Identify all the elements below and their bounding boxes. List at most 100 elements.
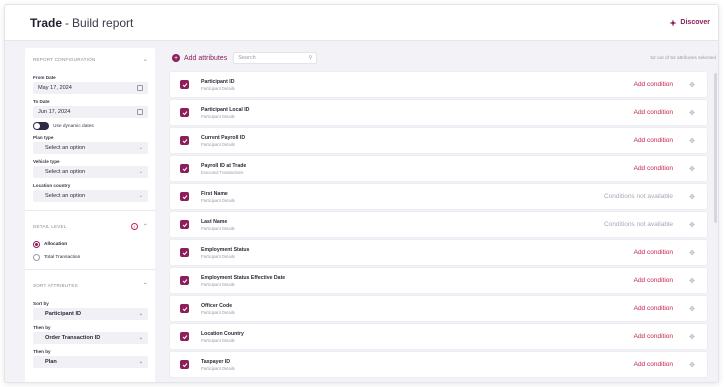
calendar-icon[interactable] (137, 109, 143, 115)
then-by-value: Plan (45, 359, 57, 365)
attribute-row[interactable]: Taxpayer ID Participant Details Add condit… (170, 352, 707, 377)
plan-type-label: Plan type (33, 135, 54, 140)
add-attributes-label: Add attributes (184, 54, 228, 62)
drag-handle-icon[interactable]: ✥ (688, 221, 696, 229)
attribute-source: Participant Details (201, 365, 235, 371)
checkbox-checked-icon[interactable] (180, 192, 189, 201)
add-condition-link[interactable]: Add condition (634, 109, 673, 116)
then-by-select[interactable]: Order Transaction ID ⌄ (33, 332, 148, 344)
drag-handle-icon[interactable]: ✥ (688, 361, 696, 369)
add-condition-link[interactable]: Add condition (634, 137, 673, 144)
add-condition-link[interactable]: Add condition (634, 277, 673, 284)
sort-attributes-header[interactable]: SORT ATTRIBUTES ⌃ (25, 274, 155, 296)
sort-by-select[interactable]: Participant ID ⌄ (33, 308, 148, 320)
attribute-row[interactable]: Current Payroll ID Participant Details Add… (170, 128, 707, 153)
checkbox-checked-icon[interactable] (180, 220, 189, 229)
checkbox-checked-icon[interactable] (180, 332, 189, 341)
add-condition-link[interactable]: Add condition (634, 165, 673, 172)
vehicle-type-select[interactable]: Select an option ⌄ (33, 166, 148, 178)
attribute-text: First Name Participant Details (201, 191, 235, 203)
chevron-down-icon: ⌄ (138, 145, 143, 151)
discover-label: Discover (680, 19, 710, 26)
detail-level-title: DETAIL LEVEL (33, 223, 67, 229)
checkbox-checked-icon[interactable] (180, 136, 189, 145)
attribute-row[interactable]: Payroll ID at Trade Executed Transactions… (170, 156, 707, 181)
attribute-row[interactable]: Officer Code Participant Details Add condi… (170, 296, 707, 321)
page-title: Build report (72, 15, 134, 30)
attribute-source: Participant Details (201, 281, 235, 287)
attribute-row[interactable]: Employment Status Participant Details Add … (170, 240, 707, 265)
attribute-source: Participant Details (201, 253, 235, 259)
attribute-row[interactable]: Employment Status Effective Date Particip… (170, 268, 707, 293)
attribute-row[interactable]: Participant Local ID Participant Details A… (170, 100, 707, 125)
detail-option-label: Allocation (44, 242, 68, 247)
detail-level-header[interactable]: DETAIL LEVEL ! ⌃ (25, 215, 155, 237)
app-window: Trade - Build report Discover REPORT CON… (4, 4, 719, 383)
location-country-select[interactable]: Select an option ⌄ (33, 190, 148, 202)
plan-type-select[interactable]: Select an option ⌄ (33, 142, 148, 154)
attribute-row[interactable]: Location Country Participant Details Add c… (170, 324, 707, 349)
report-config-header[interactable]: REPORT CONFIGURATION ⌄ (25, 48, 155, 70)
radio-selected-icon[interactable] (33, 241, 40, 248)
drag-handle-icon[interactable]: ✥ (688, 165, 696, 173)
detail-option-allocation[interactable]: Allocation (33, 241, 148, 248)
checkbox-checked-icon[interactable] (180, 108, 189, 117)
drag-handle-icon[interactable]: ✥ (688, 333, 696, 341)
then-by-select[interactable]: Plan ⌄ (33, 356, 148, 368)
add-condition-link[interactable]: Add condition (634, 249, 673, 256)
info-icon[interactable]: ! (130, 222, 138, 230)
chevron-down-icon[interactable]: ⌄ (143, 56, 148, 63)
from-date-field[interactable]: May 17, 2024 (33, 82, 148, 94)
add-condition-link[interactable]: Add condition (634, 333, 673, 340)
detail-option-label: Total Transaction (44, 255, 81, 260)
dynamic-dates-label: Use dynamic dates (53, 123, 94, 129)
attribute-source: Executed Transactions (201, 169, 244, 175)
checkbox-checked-icon[interactable] (180, 360, 189, 369)
add-condition-link[interactable]: Add condition (634, 361, 673, 368)
conditions-not-available: Conditions not available (603, 221, 673, 228)
drag-handle-icon[interactable]: ✥ (688, 249, 696, 257)
chevron-up-icon[interactable]: ⌃ (143, 282, 148, 289)
section-divider (25, 269, 155, 270)
discover-button[interactable]: Discover (669, 18, 710, 27)
add-condition-link[interactable]: Add condition (634, 81, 673, 88)
drag-handle-icon[interactable]: ✥ (688, 277, 696, 285)
dynamic-dates-toggle[interactable] (33, 122, 49, 130)
drag-handle-icon[interactable]: ✥ (688, 305, 696, 313)
sort-attributes-body: Sort by Participant ID ⌄ Then by Order T… (25, 301, 155, 368)
checkbox-checked-icon[interactable] (180, 164, 189, 173)
chevron-down-icon: ⌄ (138, 359, 143, 365)
attribute-row[interactable]: Last Name Participant Details Conditions n… (170, 212, 707, 237)
checkbox-checked-icon[interactable] (180, 304, 189, 313)
attribute-text: Employment Status Effective Date Particip… (201, 275, 285, 287)
attribute-row[interactable]: Participant ID Participant Details Add con… (170, 72, 707, 97)
attribute-name: First Name (201, 190, 228, 197)
attribute-text: Payroll ID at Trade Executed Transactions (201, 163, 246, 175)
drag-handle-icon[interactable]: ✥ (688, 109, 696, 117)
checkbox-checked-icon[interactable] (180, 276, 189, 285)
report-config-title: REPORT CONFIGURATION (33, 56, 96, 62)
add-condition-link[interactable]: Add condition (634, 305, 673, 312)
drag-handle-icon[interactable]: ✥ (688, 137, 696, 145)
add-attributes-button[interactable]: + Add attributes (172, 54, 227, 62)
detail-option-total-transaction[interactable]: Total Transaction (33, 254, 148, 261)
to-date-field[interactable]: Jun 17, 2024 (33, 106, 148, 118)
checkbox-checked-icon[interactable] (180, 248, 189, 257)
checkbox-checked-icon[interactable] (180, 80, 189, 89)
search-box[interactable]: ⚲ (233, 52, 318, 64)
calendar-icon[interactable] (137, 85, 143, 91)
detail-level-actions: ! ⌃ (130, 222, 148, 230)
attribute-text: Current Payroll ID Participant Details (201, 135, 245, 147)
scrollbar[interactable] (714, 73, 717, 223)
drag-handle-icon[interactable]: ✥ (688, 193, 696, 201)
attribute-text: Participant Local ID Participant Details (201, 107, 249, 119)
search-input[interactable] (238, 55, 307, 61)
drag-handle-icon[interactable]: ✥ (688, 81, 696, 89)
search-icon: ⚲ (308, 55, 313, 61)
report-sidebar: REPORT CONFIGURATION ⌄ From Date May 17,… (25, 48, 155, 382)
radio-unselected-icon[interactable] (33, 254, 40, 261)
title-separator: - (65, 15, 70, 30)
chevron-up-icon[interactable]: ⌃ (143, 223, 148, 230)
location-country-label: Location country (33, 183, 71, 188)
attribute-row[interactable]: First Name Participant Details Conditions … (170, 184, 707, 209)
